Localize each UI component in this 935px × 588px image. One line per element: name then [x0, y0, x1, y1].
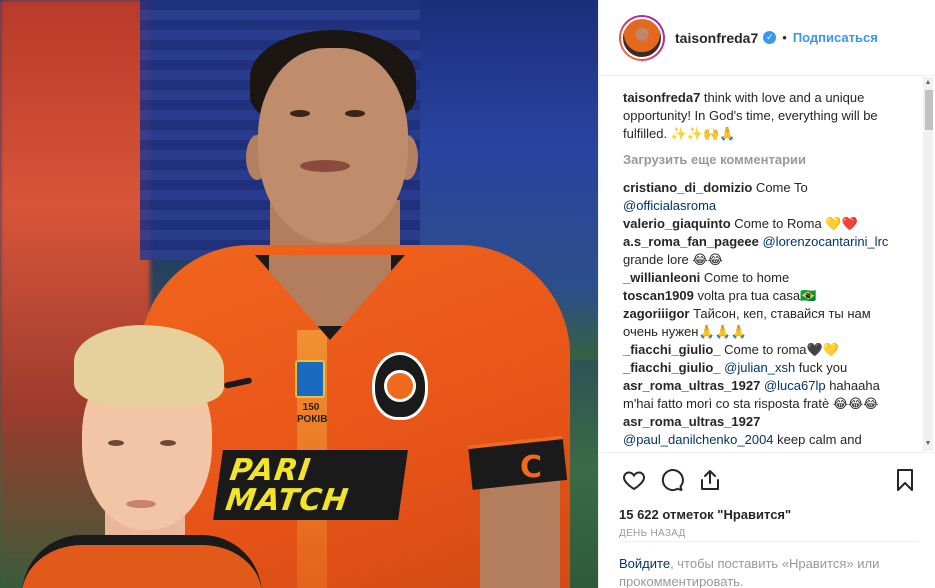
comment-text-after: grande lore 😂😂	[623, 252, 723, 267]
comment-mention-link[interactable]: @paul_danilchenko_2004	[623, 432, 774, 447]
comments-list[interactable]: taisonfreda7 think with love and a uniqu…	[599, 77, 935, 451]
comment-item: @paul_danilchenko_2004 keep calm and	[623, 431, 896, 449]
comment-items: cristiano_di_domizio Come To @officialas…	[623, 179, 896, 449]
captain-letter: C	[520, 450, 543, 485]
comment-username[interactable]: asr_roma_ultras_1927	[623, 378, 760, 393]
load-more-comments-button[interactable]: Загрузить еще комментарии	[623, 151, 896, 169]
avatar[interactable]	[619, 14, 665, 61]
comment-username[interactable]: toscan1909	[623, 288, 694, 303]
comment-mention-link[interactable]: @officialasroma	[623, 198, 716, 213]
comment-item: asr_roma_ultras_1927	[623, 413, 896, 431]
sponsor-logo: PARI MATCH	[213, 450, 408, 520]
avatar-image	[621, 16, 663, 59]
comment-item: toscan1909 volta pra tua casa🇧🇷	[623, 287, 896, 305]
post-photo[interactable]: 150 РОКІВ PARI MATCH C	[0, 0, 598, 588]
scroll-up-arrow-icon[interactable]: ▲	[924, 79, 932, 86]
comment-mention-link[interactable]: @lorenzocantarini_lrc	[762, 234, 888, 249]
comment-username[interactable]: cristiano_di_domizio	[623, 180, 752, 195]
comment-text: Come to roma🖤💛	[720, 342, 839, 357]
action-icons	[619, 465, 920, 495]
comment-item: a.s_roma_fan_pageee @lorenzocantarini_lr…	[623, 233, 896, 269]
player-face	[258, 48, 408, 243]
scroll-down-arrow-icon[interactable]: ▼	[924, 440, 932, 447]
header-separator: •	[782, 30, 787, 45]
comment-text: Come To	[752, 180, 808, 195]
share-icon[interactable]	[695, 465, 725, 495]
caption-username[interactable]: taisonfreda7	[623, 90, 700, 105]
post-header: taisonfreda7 ✓ • Подписаться	[599, 0, 935, 76]
comment-username[interactable]: valerio_giaquinto	[623, 216, 731, 231]
comment-text: Come to Roma 💛❤️	[730, 216, 858, 231]
comment-text: volta pra tua casa🇧🇷	[693, 288, 817, 303]
anniversary-badge	[295, 360, 325, 398]
player-eye-right	[345, 110, 365, 117]
child-shirt	[22, 535, 262, 588]
comment-mention-link[interactable]: @julian_xsh	[724, 360, 795, 375]
comment-text-after: keep calm and	[773, 432, 862, 447]
scroll-thumb[interactable]	[925, 90, 933, 130]
post-actions: 15 622 отметок "Нравится" ДЕНЬ НАЗАД	[599, 452, 935, 539]
header-username[interactable]: taisonfreda7	[675, 30, 758, 46]
sponsor-line-1: PARI	[227, 453, 314, 488]
verified-check-icon: ✓	[763, 31, 777, 44]
comments-scrollbar[interactable]	[923, 77, 933, 451]
comment-item: _willianleoni Come to home	[623, 269, 896, 287]
comment-item: zagoriiigor Тайсон, кеп, ставайся ты нам…	[623, 305, 896, 341]
badge-text: 150 РОКІВ	[297, 402, 328, 425]
comment-text: Come to home	[700, 270, 790, 285]
comment-username[interactable]: _fiacchi_giulio_	[623, 360, 721, 375]
comment-item: cristiano_di_domizio Come To @officialas…	[623, 179, 896, 215]
child-eye-right	[160, 440, 176, 446]
crest-ball	[384, 370, 416, 402]
login-prompt: Войдите, чтобы поставить «Нравится» или …	[619, 541, 919, 588]
bookmark-icon[interactable]	[890, 465, 920, 495]
sponsor-line-2: MATCH	[223, 483, 352, 518]
player-arm	[480, 480, 560, 588]
heart-icon[interactable]	[619, 465, 649, 495]
comment-username[interactable]: asr_roma_ultras_1927	[623, 414, 760, 429]
club-crest-logo	[372, 352, 428, 420]
comment-icon[interactable]	[657, 465, 687, 495]
login-link[interactable]: Войдите	[619, 556, 670, 571]
post-caption: taisonfreda7 think with love and a uniqu…	[623, 89, 896, 143]
child-eye-left	[108, 440, 124, 446]
comment-username[interactable]: _willianleoni	[623, 270, 700, 285]
follow-button[interactable]: Подписаться	[793, 30, 878, 45]
likes-count[interactable]: 15 622 отметок "Нравится"	[619, 507, 920, 522]
comment-username[interactable]: _fiacchi_giulio_	[623, 342, 721, 357]
player-mouth	[300, 160, 350, 172]
comment-text-after: fuck you	[795, 360, 848, 375]
comment-mention-link[interactable]: @luca67lp	[764, 378, 826, 393]
comment-item: valerio_giaquinto Come to Roma 💛❤️	[623, 215, 896, 233]
post-side-panel: taisonfreda7 ✓ • Подписаться taisonfreda…	[598, 0, 935, 588]
instagram-post: 150 РОКІВ PARI MATCH C taisonfreda7 ✓ • …	[0, 0, 935, 588]
child-mouth	[126, 500, 156, 508]
comment-item: asr_roma_ultras_1927 @luca67lp hahaaha m…	[623, 377, 896, 413]
post-timestamp[interactable]: ДЕНЬ НАЗАД	[619, 528, 920, 539]
comment-username[interactable]: zagoriiigor	[623, 306, 689, 321]
comment-username[interactable]: a.s_roma_fan_pageee	[623, 234, 759, 249]
comment-item: _fiacchi_giulio_ @julian_xsh fuck you	[623, 359, 896, 377]
comment-item: _fiacchi_giulio_ Come to roma🖤💛	[623, 341, 896, 359]
player-eye-left	[290, 110, 310, 117]
